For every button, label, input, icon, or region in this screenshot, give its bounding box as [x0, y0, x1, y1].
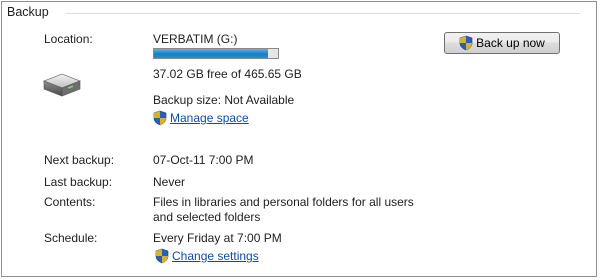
contents-value-line2: and selected folders	[153, 210, 261, 224]
schedule-label: Schedule:	[44, 231, 98, 245]
last-backup-label: Last backup:	[44, 175, 113, 189]
uac-shield-icon	[153, 110, 167, 126]
hard-drive-icon	[42, 73, 82, 97]
group-divider	[66, 13, 580, 14]
back-up-now-button[interactable]: Back up now	[444, 32, 560, 54]
next-backup-label: Next backup:	[44, 153, 115, 167]
manage-space-link-text[interactable]: Manage space	[170, 111, 249, 125]
backup-drive-name: VERBATIM (G:)	[153, 32, 238, 46]
change-settings-link[interactable]: Change settings	[155, 248, 259, 264]
contents-label: Contents:	[44, 195, 96, 209]
free-space-text: 37.02 GB free of 465.65 GB	[153, 67, 302, 81]
uac-shield-icon	[155, 248, 169, 264]
change-settings-link-text[interactable]: Change settings	[172, 249, 259, 263]
schedule-value: Every Friday at 7:00 PM	[153, 231, 282, 245]
contents-value-line1: Files in libraries and personal folders …	[153, 195, 414, 209]
uac-shield-icon	[459, 35, 473, 51]
backup-group-title: Backup	[7, 5, 49, 19]
next-backup-value: 07-Oct-11 7:00 PM	[153, 153, 254, 167]
backup-size-text: Backup size: Not Available	[153, 93, 295, 107]
drive-capacity-fill	[154, 49, 269, 58]
back-up-now-label: Back up now	[476, 36, 545, 50]
last-backup-value: Never	[153, 175, 186, 189]
manage-space-link[interactable]: Manage space	[153, 110, 249, 126]
location-label: Location:	[44, 32, 93, 46]
drive-capacity-bar	[153, 48, 279, 59]
